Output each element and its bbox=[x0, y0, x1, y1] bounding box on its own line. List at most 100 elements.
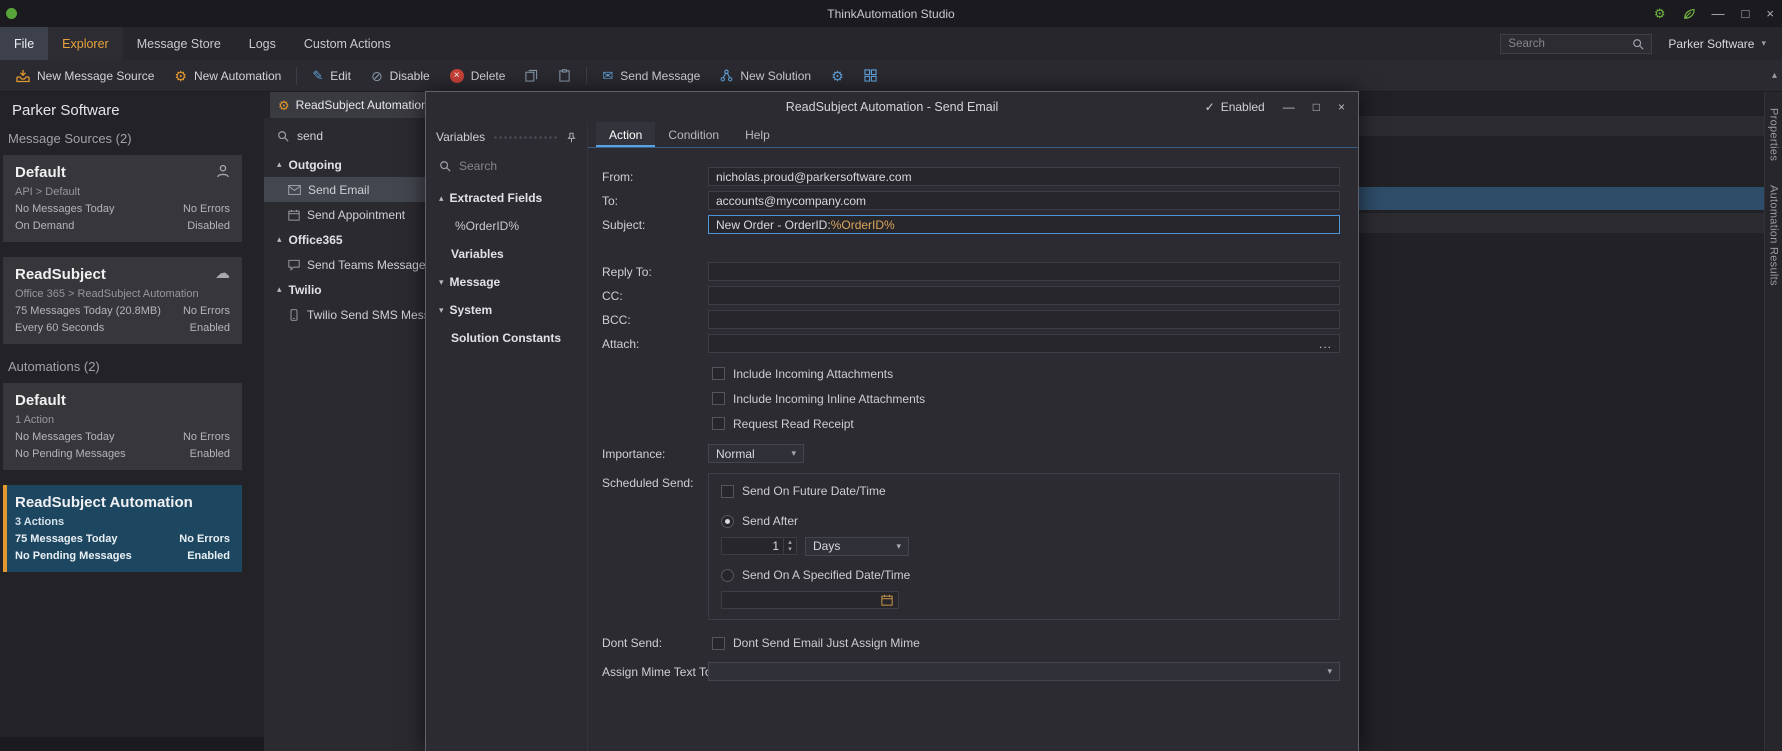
dialog-minimize-button[interactable]: — bbox=[1283, 101, 1295, 113]
tree-group-twilio[interactable]: ▴ Twilio bbox=[264, 277, 428, 302]
menu-item-custom-actions[interactable]: Custom Actions bbox=[290, 27, 405, 60]
tab-help[interactable]: Help bbox=[732, 122, 783, 147]
vars-group-solution-constants[interactable]: Solution Constants bbox=[426, 324, 587, 352]
automation-card-default[interactable]: Default 1 Action No Messages Today No Er… bbox=[3, 383, 242, 470]
vars-group-message[interactable]: ▾ Message bbox=[426, 268, 587, 296]
export-button[interactable] bbox=[854, 60, 887, 92]
new-solution-button[interactable]: New Solution bbox=[710, 60, 821, 92]
vars-group-extracted-fields[interactable]: ▴ Extracted Fields bbox=[426, 184, 587, 212]
bcc-field[interactable] bbox=[708, 310, 1340, 329]
edit-button[interactable]: ✎ Edit bbox=[302, 60, 361, 92]
chevron-down-icon: ▾ bbox=[791, 448, 796, 458]
dialog-maximize-button[interactable]: □ bbox=[1313, 101, 1320, 113]
vars-group-variables[interactable]: Variables bbox=[426, 240, 587, 268]
maximize-button[interactable]: □ bbox=[1742, 7, 1750, 20]
collapse-ribbon-icon[interactable]: ▴ bbox=[1772, 70, 1782, 81]
rail-tab-properties[interactable]: Properties bbox=[1768, 108, 1780, 161]
from-field[interactable]: nicholas.proud@parkersoftware.com bbox=[708, 167, 1340, 186]
menu-item-message-store[interactable]: Message Store bbox=[123, 27, 235, 60]
solution-settings-button[interactable]: ⚙ bbox=[821, 60, 854, 92]
send-after-amount-stepper[interactable]: 1 ▴ ▾ bbox=[721, 537, 797, 555]
pencil-icon: ✎ bbox=[312, 68, 324, 83]
automation-document-tab[interactable]: ⚙ ReadSubject Automation* bbox=[270, 92, 428, 118]
send-on-future-checkbox[interactable] bbox=[721, 484, 734, 498]
dialog-titlebar[interactable]: ReadSubject Automation - Send Email ✓ En… bbox=[426, 92, 1358, 122]
toolbar-separator bbox=[296, 66, 298, 85]
account-menu[interactable]: Parker Software ▾ bbox=[1668, 37, 1766, 51]
variables-search-input[interactable]: Search bbox=[426, 152, 587, 184]
importance-select[interactable]: Normal ▾ bbox=[708, 444, 804, 463]
automation-card-readsubject[interactable]: ReadSubject Automation 3 Actions 75 Mess… bbox=[3, 485, 242, 572]
attach-field[interactable]: ... bbox=[708, 334, 1340, 353]
tab-action[interactable]: Action bbox=[596, 122, 656, 147]
disable-button[interactable]: ⊘ Disable bbox=[361, 60, 440, 92]
disable-icon: ⊘ bbox=[370, 67, 383, 84]
thinkautomation-window: ThinkAutomation Studio ⚙ — □ × File Expl… bbox=[0, 0, 1782, 751]
menu-item-file[interactable]: File bbox=[0, 27, 49, 60]
send-on-specified-radio[interactable] bbox=[721, 568, 734, 582]
from-label: From: bbox=[602, 169, 634, 184]
subject-field[interactable]: New Order - OrderID: %OrderID% bbox=[708, 215, 1340, 234]
request-read-receipt-checkbox[interactable] bbox=[712, 417, 725, 430]
menu-item-explorer[interactable]: Explorer bbox=[48, 27, 123, 60]
titlebar: ThinkAutomation Studio ⚙ — □ × bbox=[0, 0, 1782, 27]
vars-group-system[interactable]: ▾ System bbox=[426, 296, 587, 324]
send-email-dialog: ReadSubject Automation - Send Email ✓ En… bbox=[425, 91, 1359, 751]
dialog-close-button[interactable]: × bbox=[1338, 101, 1345, 113]
card-stat-row: 75 Messages Today No Errors bbox=[15, 533, 230, 545]
bcc-label: BCC: bbox=[602, 312, 631, 327]
new-message-source-button[interactable]: New Message Source bbox=[6, 60, 164, 92]
delete-button[interactable]: × Delete bbox=[440, 60, 516, 92]
automation-gear-icon: ⚙ bbox=[174, 67, 187, 84]
cc-field[interactable] bbox=[708, 286, 1340, 305]
reply-to-field[interactable] bbox=[708, 262, 1340, 281]
minimize-button[interactable]: — bbox=[1712, 7, 1725, 20]
expand-icon: ▾ bbox=[439, 276, 444, 287]
leaf-icon[interactable] bbox=[1683, 8, 1695, 20]
tree-group-outgoing[interactable]: ▴ Outgoing bbox=[264, 152, 428, 177]
specified-date-input[interactable] bbox=[721, 591, 899, 609]
vars-item-orderid[interactable]: %OrderID% bbox=[426, 212, 587, 240]
collapse-icon: ▴ bbox=[439, 192, 444, 203]
grid-icon bbox=[864, 69, 877, 82]
rail-tab-automation-results[interactable]: Automation Results bbox=[1768, 185, 1780, 286]
send-message-button[interactable]: ✉ Send Message bbox=[592, 60, 710, 92]
paste-button[interactable] bbox=[548, 60, 581, 92]
tree-item-send-teams-message[interactable]: Send Teams Message bbox=[264, 252, 428, 277]
envelope-icon: ✉ bbox=[602, 68, 614, 83]
calendar-picker-icon[interactable] bbox=[881, 594, 893, 606]
stepper-arrows-icon[interactable]: ▴ ▾ bbox=[783, 538, 796, 554]
message-source-card-readsubject[interactable]: ReadSubject ☁ Office 365 > ReadSubject A… bbox=[3, 257, 242, 344]
tree-group-office365[interactable]: ▴ Office365 bbox=[264, 227, 428, 252]
attach-browse-button[interactable]: ... bbox=[1319, 337, 1332, 351]
enabled-checkbox[interactable]: ✓ Enabled bbox=[1205, 100, 1265, 114]
drag-grip[interactable] bbox=[493, 134, 558, 140]
window-title: ThinkAutomation Studio bbox=[827, 6, 955, 21]
message-source-card-default[interactable]: Default API > Default No Messages Today … bbox=[3, 155, 242, 242]
to-field[interactable]: accounts@mycompany.com bbox=[708, 191, 1340, 210]
dont-send-checkbox[interactable] bbox=[712, 636, 725, 650]
section-heading-message-sources: Message Sources (2) bbox=[8, 131, 132, 146]
pin-icon[interactable] bbox=[566, 132, 577, 143]
send-after-unit-select[interactable]: Days ▾ bbox=[805, 536, 909, 556]
assign-mime-select[interactable]: ▾ bbox=[708, 662, 1340, 681]
tree-item-send-email[interactable]: Send Email bbox=[264, 177, 428, 202]
settings-gear-icon[interactable]: ⚙ bbox=[1654, 7, 1666, 20]
actions-search-input[interactable]: send bbox=[264, 118, 428, 152]
include-incoming-inline-attachments-checkbox[interactable] bbox=[712, 392, 725, 405]
copy-button[interactable] bbox=[515, 60, 548, 92]
tab-condition[interactable]: Condition bbox=[655, 122, 732, 147]
chat-bubble-icon bbox=[288, 259, 300, 271]
include-incoming-attachments-checkbox[interactable] bbox=[712, 367, 725, 380]
new-automation-button[interactable]: ⚙ New Automation bbox=[164, 60, 291, 92]
automation-icon: ⚙ bbox=[278, 97, 290, 113]
tree-item-send-appointment[interactable]: Send Appointment bbox=[264, 202, 428, 227]
global-search-input[interactable]: Search bbox=[1500, 33, 1653, 54]
gear-icon: ⚙ bbox=[831, 67, 844, 84]
close-button[interactable]: × bbox=[1766, 7, 1774, 20]
tree-item-twilio-send-sms[interactable]: Twilio Send SMS Messag bbox=[264, 302, 428, 327]
send-after-radio[interactable] bbox=[721, 514, 734, 528]
menu-item-logs[interactable]: Logs bbox=[235, 27, 290, 60]
chevron-down-icon: ▾ bbox=[1327, 666, 1332, 676]
chevron-down-icon: ▾ bbox=[896, 540, 901, 551]
